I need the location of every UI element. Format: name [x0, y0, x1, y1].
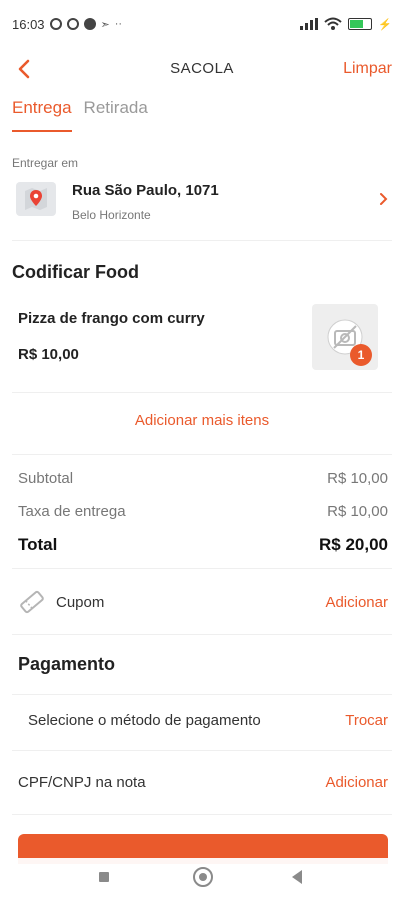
divider [12, 814, 392, 815]
coupon-label: Cupom [56, 594, 105, 611]
battery-icon [348, 18, 373, 30]
total-value: R$ 20,00 [319, 535, 388, 554]
cpf-row[interactable]: CPF/CNPJ na nota Adicionar [18, 774, 388, 791]
ticket-icon [20, 590, 44, 614]
tab-entrega[interactable]: Entrega [12, 98, 72, 132]
divider [12, 694, 392, 695]
payment-method-row[interactable]: Selecione o método de pagamento Trocar [28, 712, 388, 729]
status-right: ⚡ [300, 17, 392, 31]
delivery-tabs: Entrega Retirada [12, 98, 148, 132]
tab-retirada[interactable]: Retirada [84, 98, 148, 132]
delivery-fee-label: Taxa de entrega [18, 503, 126, 520]
chevron-right-icon [380, 193, 388, 205]
item-price: R$ 10,00 [18, 346, 79, 363]
top-bar: SACOLA Limpar [0, 48, 404, 92]
quantity-badge: 1 [350, 344, 372, 366]
home-icon[interactable] [193, 867, 213, 887]
recents-icon[interactable] [99, 872, 109, 882]
coupon-row[interactable]: Cupom Adicionar [18, 586, 388, 620]
address-city: Belo Horizonte [72, 208, 151, 222]
divider [12, 392, 392, 393]
store-name: Codificar Food [12, 262, 139, 282]
map-thumbnail [16, 182, 56, 216]
subtotal-value: R$ 10,00 [327, 470, 388, 487]
divider [12, 240, 392, 241]
subtotal-row: Subtotal R$ 10,00 [18, 470, 388, 487]
add-cpf-button[interactable]: Adicionar [325, 774, 388, 791]
divider [12, 568, 392, 569]
total-row: Total R$ 20,00 [18, 535, 388, 555]
divider [12, 454, 392, 455]
deliver-to-label: Entregar em [12, 156, 79, 170]
add-more-items-button[interactable]: Adicionar mais itens [0, 412, 404, 429]
address-street: Rua São Paulo, 1071 [72, 182, 219, 199]
back-icon[interactable] [292, 870, 302, 884]
total-label: Total [18, 535, 58, 554]
map-pin-icon [25, 188, 47, 210]
divider [12, 750, 392, 751]
status-left: 16:03 ➣ ·· [12, 17, 122, 32]
delivery-fee-value: R$ 10,00 [327, 503, 388, 520]
change-payment-button[interactable]: Trocar [345, 712, 388, 729]
sync-off-icon [49, 18, 62, 30]
system-nav-bar [0, 858, 404, 900]
status-time: 16:03 [12, 16, 45, 32]
subtotal-label: Subtotal [18, 470, 74, 487]
cpf-label: CPF/CNPJ na nota [18, 774, 146, 791]
payment-title: Pagamento [18, 654, 116, 674]
clear-button[interactable]: Limpar [343, 60, 392, 78]
add-coupon-button[interactable]: Adicionar [325, 594, 388, 611]
divider [12, 634, 392, 635]
signal-icon [300, 18, 319, 30]
payment-method-label: Selecione o método de pagamento [28, 712, 261, 729]
wifi-icon [324, 17, 342, 30]
delivery-fee-row: Taxa de entrega R$ 10,00 [18, 503, 388, 520]
status-bar: 16:03 ➣ ·· ⚡ [0, 0, 404, 48]
more-dots: ·· [114, 18, 123, 30]
nav-arrow-icon: ➣ [100, 18, 110, 31]
app-notification-icon [66, 18, 79, 30]
record-icon [83, 18, 96, 30]
item-name[interactable]: Pizza de frango com curry [18, 310, 205, 327]
charging-icon: ⚡ [378, 18, 392, 31]
address-row[interactable]: Rua São Paulo, 1071 Belo Horizonte [12, 174, 392, 230]
